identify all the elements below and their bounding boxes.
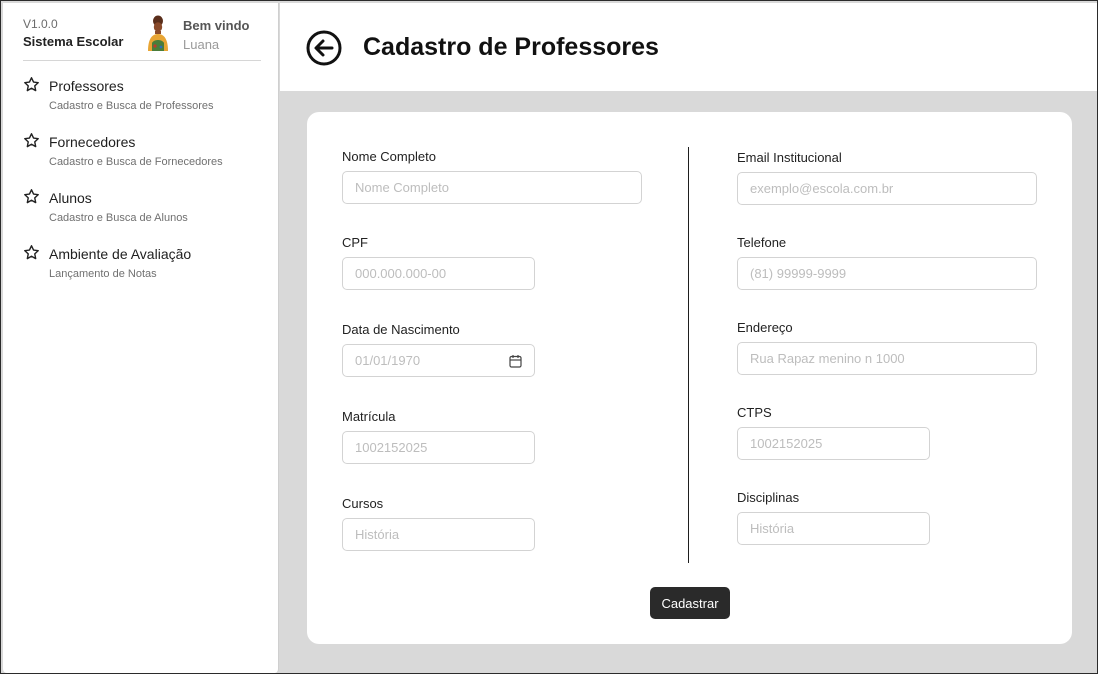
- field-nome-completo: Nome Completo Nome Completo: [342, 149, 642, 204]
- sidebar-item-label: Alunos: [49, 190, 92, 206]
- cpf-input[interactable]: 000.000.000-00: [342, 257, 535, 290]
- star-icon: [24, 77, 39, 92]
- sidebar-item-label: Professores: [49, 78, 124, 94]
- username: Luana: [183, 37, 220, 52]
- app-name: Sistema Escolar: [23, 34, 124, 49]
- field-label: Disciplinas: [737, 490, 800, 505]
- sidebar-item-description: Cadastro e Busca de Alunos: [49, 212, 188, 224]
- column-divider: [688, 147, 689, 563]
- field-endereco: Endereço Rua Rapaz menino n 1000: [737, 320, 1037, 375]
- field-label: Data de Nascimento: [342, 322, 460, 337]
- date-value: 01/01/1970: [355, 353, 421, 368]
- telefone-input[interactable]: (81) 99999-9999: [737, 257, 1037, 290]
- sidebar-item-label: Fornecedores: [49, 134, 136, 150]
- sidebar-header: V1.0.0 Sistema Escolar Bem vindo Luana: [23, 15, 261, 61]
- email-input[interactable]: exemplo@escola.com.br: [737, 172, 1037, 205]
- field-cursos: Cursos História: [342, 496, 535, 551]
- avatar: [148, 15, 168, 51]
- matricula-input[interactable]: 1002152025: [342, 431, 535, 464]
- field-label: Nome Completo: [342, 149, 436, 164]
- app-version: V1.0.0: [23, 17, 58, 31]
- field-data-nascimento: Data de Nascimento 01/01/1970: [342, 322, 535, 377]
- endereco-input[interactable]: Rua Rapaz menino n 1000: [737, 342, 1037, 375]
- form-card: Nome Completo Nome Completo CPF 000.000.…: [307, 112, 1072, 644]
- star-icon: [24, 133, 39, 148]
- field-label: CTPS: [737, 405, 772, 420]
- sidebar-item-description: Lançamento de Notas: [49, 268, 157, 280]
- sidebar-item-fornecedores[interactable]: Fornecedores Cadastro e Busca de Fornece…: [23, 131, 263, 187]
- field-label: Telefone: [737, 235, 787, 250]
- app-frame: V1.0.0 Sistema Escolar Bem vindo Luana P…: [0, 0, 1098, 674]
- field-telefone: Telefone (81) 99999-9999: [737, 235, 1037, 290]
- star-icon: [24, 189, 39, 204]
- field-cpf: CPF 000.000.000-00: [342, 235, 535, 290]
- page-header: Cadastro de Professores: [280, 3, 1097, 91]
- sidebar-item-professores[interactable]: Professores Cadastro e Busca de Professo…: [23, 75, 263, 131]
- field-label: CPF: [342, 235, 368, 250]
- cursos-input[interactable]: História: [342, 518, 535, 551]
- welcome-text: Bem vindo: [183, 18, 250, 33]
- calendar-icon[interactable]: [509, 354, 522, 368]
- field-email: Email Institucional exemplo@escola.com.b…: [737, 150, 1037, 205]
- cadastrar-button[interactable]: Cadastrar: [650, 587, 730, 619]
- sidebar-item-description: Cadastro e Busca de Professores: [49, 100, 214, 112]
- star-icon: [24, 245, 39, 260]
- sidebar-item-ambiente-avaliacao[interactable]: Ambiente de Avaliação Lançamento de Nota…: [23, 243, 263, 299]
- field-label: Matrícula: [342, 409, 396, 424]
- disciplinas-input[interactable]: História: [737, 512, 930, 545]
- page-title: Cadastro de Professores: [363, 33, 659, 61]
- sidebar-item-description: Cadastro e Busca de Fornecedores: [49, 156, 223, 168]
- field-label: Cursos: [342, 496, 384, 511]
- field-matricula: Matrícula 1002152025: [342, 409, 535, 464]
- field-label: Email Institucional: [737, 150, 842, 165]
- sidebar-item-label: Ambiente de Avaliação: [49, 246, 192, 262]
- field-disciplinas: Disciplinas História: [737, 490, 930, 545]
- sidebar-nav: Professores Cadastro e Busca de Professo…: [23, 75, 263, 299]
- data-nascimento-input[interactable]: 01/01/1970: [342, 344, 535, 377]
- sidebar-item-alunos[interactable]: Alunos Cadastro e Busca de Alunos: [23, 187, 263, 243]
- arrow-left-circle-icon[interactable]: [306, 30, 342, 66]
- field-ctps: CTPS 1002152025: [737, 405, 930, 460]
- sidebar: V1.0.0 Sistema Escolar Bem vindo Luana P…: [3, 3, 279, 673]
- ctps-input[interactable]: 1002152025: [737, 427, 930, 460]
- nome-completo-input[interactable]: Nome Completo: [342, 171, 642, 204]
- field-label: Endereço: [737, 320, 793, 335]
